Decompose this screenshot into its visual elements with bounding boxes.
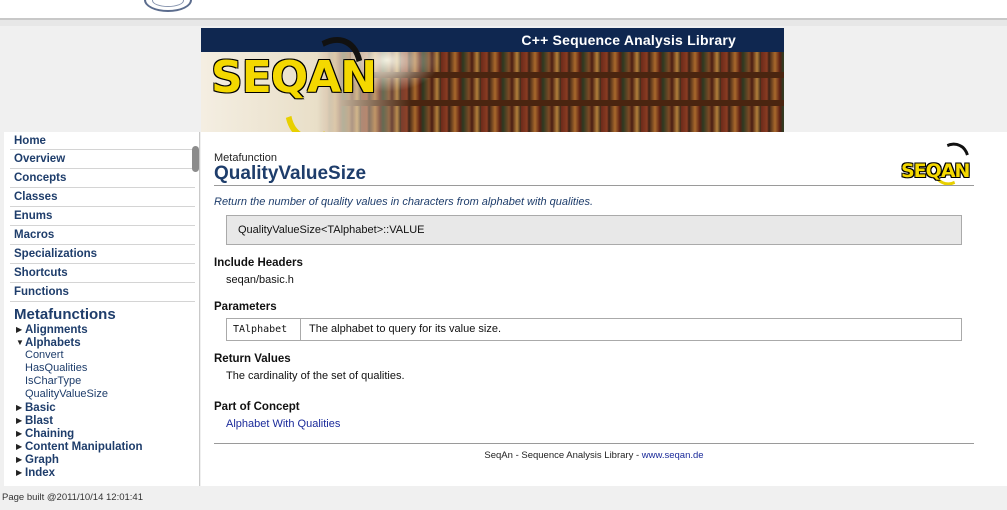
footer-text: SeqAn - Sequence Analysis Library - bbox=[484, 450, 642, 461]
tree-item-label: Index bbox=[25, 467, 56, 479]
footer: SeqAn - Sequence Analysis Library - www.… bbox=[201, 450, 987, 461]
sidebar[interactable]: Home Overview Concepts Classes Enums Mac… bbox=[4, 132, 200, 486]
tree-item-label: Basic bbox=[25, 402, 56, 414]
triangle-right-icon: ▶ bbox=[16, 416, 23, 425]
triangle-right-icon: ▶ bbox=[16, 325, 23, 334]
banner-subtitle: C++ Sequence Analysis Library bbox=[201, 28, 784, 52]
tree-item-chaining[interactable]: ▶ Chaining bbox=[16, 427, 199, 440]
build-info: Page built @2011/10/14 12:01:41 bbox=[2, 492, 143, 503]
param-name-cell: TAlphabet bbox=[227, 319, 301, 340]
nav-overview[interactable]: Overview bbox=[10, 150, 195, 169]
summary-text: Return the number of quality values in c… bbox=[214, 196, 594, 208]
tree-subitem-qualityvaluesize[interactable]: QualityValueSize bbox=[25, 388, 199, 401]
tree-item-graph[interactable]: ▶ Graph bbox=[16, 453, 199, 466]
page-title: QualityValueSize bbox=[214, 163, 367, 184]
sidebar-nav: Home Overview Concepts Classes Enums Mac… bbox=[4, 132, 199, 302]
tree-subitem-hasqualities[interactable]: HasQualities bbox=[25, 362, 199, 375]
tree-item-label: Blast bbox=[25, 415, 54, 427]
tree-item-alignments[interactable]: ▶ Alignments bbox=[16, 323, 199, 336]
return-values-heading: Return Values bbox=[214, 353, 291, 365]
top-strip bbox=[0, 0, 1007, 18]
nav-classes[interactable]: Classes bbox=[10, 188, 195, 207]
tree-item-blast[interactable]: ▶ Blast bbox=[16, 414, 199, 427]
title-divider bbox=[214, 185, 974, 186]
concept-link[interactable]: Alphabet With Qualities bbox=[226, 418, 340, 430]
nav-shortcuts[interactable]: Shortcuts bbox=[10, 264, 195, 283]
triangle-right-icon: ▶ bbox=[16, 403, 23, 412]
nav-specializations[interactable]: Specializations bbox=[10, 245, 195, 264]
tree-item-label: Content Manipulation bbox=[25, 441, 143, 453]
part-of-concept-heading: Part of Concept bbox=[214, 401, 300, 413]
footer-divider bbox=[214, 443, 974, 444]
tree-item-label: Graph bbox=[25, 454, 59, 466]
tree-subitem-convert[interactable]: Convert bbox=[25, 349, 199, 362]
nav-home[interactable]: Home bbox=[10, 132, 195, 150]
return-value-text: The cardinality of the set of qualities. bbox=[226, 370, 405, 382]
triangle-down-icon: ▼ bbox=[16, 338, 24, 347]
include-header-value: seqan/basic.h bbox=[226, 274, 294, 286]
parameters-heading: Parameters bbox=[214, 301, 277, 313]
nav-concepts[interactable]: Concepts bbox=[10, 169, 195, 188]
sidebar-scrollbar[interactable] bbox=[192, 146, 199, 172]
param-desc-cell: The alphabet to query for its value size… bbox=[309, 323, 501, 335]
signature-box: QualityValueSize<TAlphabet>::VALUE bbox=[226, 215, 962, 245]
sidebar-section-heading: Metafunctions bbox=[14, 306, 116, 323]
banner: C++ Sequence Analysis Library SEQAN bbox=[201, 28, 784, 132]
parameters-table: TAlphabet The alphabet to query for its … bbox=[226, 318, 962, 341]
main-content: Metafunction QualityValueSize SEQAN Retu… bbox=[201, 132, 1007, 486]
triangle-right-icon: ▶ bbox=[16, 442, 23, 451]
triangle-right-icon: ▶ bbox=[16, 429, 23, 438]
nav-enums[interactable]: Enums bbox=[10, 207, 195, 226]
top-divider bbox=[0, 18, 1007, 26]
small-logo-text: SEQAN bbox=[901, 160, 970, 182]
nav-macros[interactable]: Macros bbox=[10, 226, 195, 245]
seqan-logo[interactable]: SEQAN bbox=[211, 52, 377, 103]
tree-item-basic[interactable]: ▶ Basic bbox=[16, 401, 199, 414]
triangle-right-icon: ▶ bbox=[16, 455, 23, 464]
tree-item-alphabets[interactable]: ▼Alphabets bbox=[16, 336, 199, 349]
tree-item-label: Alphabets bbox=[25, 337, 81, 349]
seqan-small-logo: SEQAN bbox=[901, 136, 977, 192]
nav-functions[interactable]: Functions bbox=[10, 283, 195, 302]
university-seal-icon bbox=[144, 0, 192, 12]
tree-subitem-ischartype[interactable]: IsCharType bbox=[25, 375, 199, 388]
triangle-right-icon: ▶ bbox=[16, 468, 23, 477]
tree-item-label: Chaining bbox=[25, 428, 75, 440]
include-headers-heading: Include Headers bbox=[214, 257, 303, 269]
tree-item-label: Alignments bbox=[25, 324, 88, 336]
footer-website-link[interactable]: www.seqan.de bbox=[642, 450, 704, 461]
tree-item-content-manipulation[interactable]: ▶ Content Manipulation bbox=[16, 440, 199, 453]
tree-item-index[interactable]: ▶ Index bbox=[16, 466, 199, 479]
